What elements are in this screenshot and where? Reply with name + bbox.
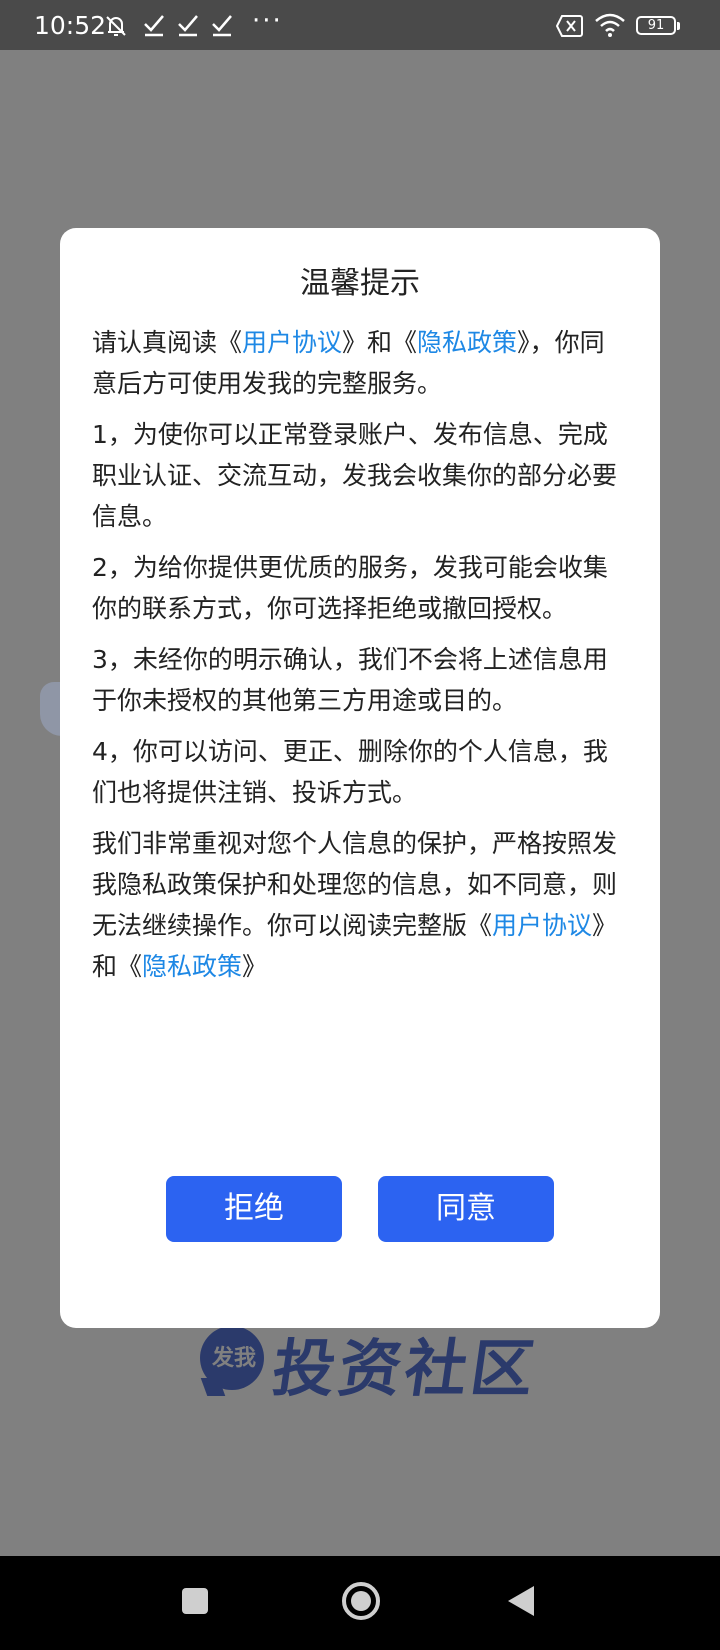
- dialog-title: 温馨提示: [300, 266, 420, 301]
- intro-middle: 》和《: [342, 328, 418, 357]
- navigation-bar: [0, 1556, 720, 1650]
- home-button[interactable]: [340, 1580, 382, 1626]
- brand-logo: 发我 投资社区: [200, 1318, 542, 1418]
- status-time: 10:52: [34, 11, 107, 40]
- user-agreement-link[interactable]: 用户协议: [242, 328, 342, 357]
- brand-title: 投资社区: [268, 1332, 543, 1405]
- closing-suffix: 》: [242, 952, 268, 981]
- status-bar: 10:52 ··· 91: [0, 0, 720, 50]
- dialog-body: 请认真阅读《用户协议》和《隐私政策》，你同意后方可使用发我的完整服务。 1，为使…: [92, 322, 628, 997]
- privacy-policy-link[interactable]: 隐私政策: [417, 328, 517, 357]
- privacy-policy-link[interactable]: 隐私政策: [142, 952, 242, 981]
- recent-apps-button[interactable]: [180, 1586, 210, 1620]
- agree-button[interactable]: 同意: [378, 1176, 554, 1242]
- brand-badge: 发我: [211, 1346, 256, 1371]
- item-3: 3，未经你的明示确认，我们不会将上述信息用于你未授权的其他第三方用途或目的。: [92, 645, 608, 715]
- tip-dialog: 温馨提示 请认真阅读《用户协议》和《隐私政策》，你同意后方可使用发我的完整服务。…: [60, 228, 660, 1328]
- check-icon: [142, 12, 166, 42]
- check-icon: [210, 12, 234, 42]
- overflow-dots: ···: [252, 6, 283, 36]
- check-icon: [176, 12, 200, 42]
- bell-muted-icon: [102, 12, 130, 44]
- item-2: 2，为给你提供更优质的服务，发我可能会收集你的联系方式，你可选择拒绝或撤回授权。: [92, 553, 608, 623]
- closing-paragraph: 我们非常重视对您个人信息的保护，严格按照发我隐私政策保护和处理您的信息，如不同意…: [92, 823, 628, 987]
- sim-x-icon: [555, 14, 584, 42]
- battery-icon: 91: [636, 16, 680, 35]
- user-agreement-link[interactable]: 用户协议: [492, 911, 592, 940]
- back-button[interactable]: [506, 1584, 536, 1622]
- wifi-icon: [594, 12, 626, 42]
- intro-paragraph: 请认真阅读《用户协议》和《隐私政策》，你同意后方可使用发我的完整服务。: [92, 322, 628, 404]
- item-4: 4，你可以访问、更正、删除你的个人信息，我们也将提供注销、投诉方式。: [92, 737, 608, 807]
- intro-prefix: 请认真阅读《: [92, 328, 243, 357]
- item-1: 1，为使你可以正常登录账户、发布信息、完成职业认证、交流互动，发我会收集你的部分…: [92, 420, 618, 531]
- reject-button[interactable]: 拒绝: [166, 1176, 342, 1242]
